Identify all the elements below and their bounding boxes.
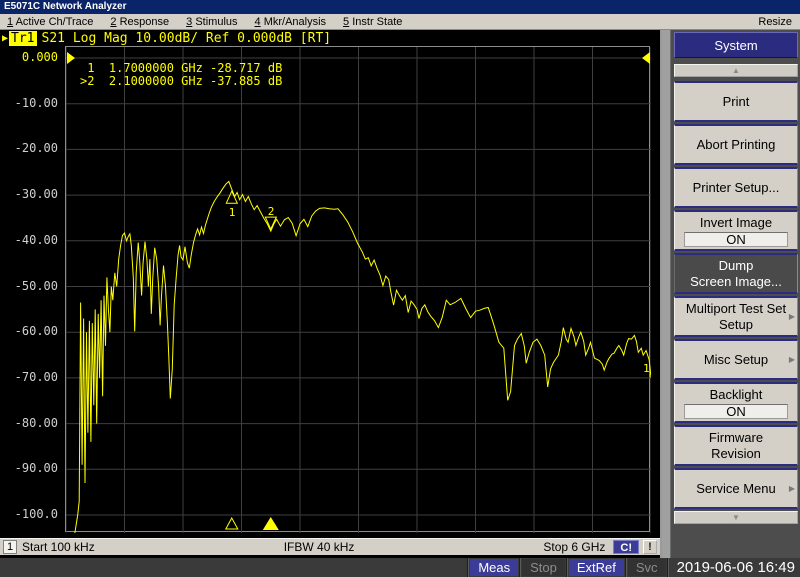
softkey-label: Service Menu (696, 481, 775, 497)
menu-item-mkr-analysis[interactable]: 4 Mkr/Analysis (255, 16, 327, 28)
status-badge-meas: Meas (470, 559, 518, 576)
status-separator (519, 558, 521, 577)
y-axis-tick-label: -80.00 (0, 416, 58, 430)
marker-2-label: 2 (268, 205, 275, 218)
softkey-label: Backlight (710, 387, 763, 403)
submenu-arrow-icon: ▶ (789, 481, 795, 497)
menu-item-stimulus[interactable]: 3 Stimulus (186, 16, 237, 28)
softkey-sidebar: System ▲ Print Abort Printing Printer Setup.… (662, 30, 800, 558)
submenu-arrow-icon: ▶ (789, 352, 795, 368)
menu-item-active-ch-trace[interactable]: 1 Active Ch/Trace (7, 16, 93, 28)
invert-image-toggle-state[interactable]: ON (684, 232, 788, 247)
softkey-printer-setup-button[interactable]: Printer Setup... (674, 167, 798, 208)
y-axis-tick-label: -30.00 (0, 187, 58, 201)
e5071c-screen: E5071C Network Analyzer 1 Active Ch/Trac… (0, 0, 800, 577)
softkey-label: Misc Setup (704, 352, 768, 368)
softkey-scroll-up-button[interactable]: ▲ (674, 64, 798, 77)
softkey-label: Revision (711, 446, 761, 462)
ifbw-label[interactable]: IFBW 40 kHz (284, 540, 355, 554)
status-separator (625, 558, 627, 577)
softkey-multiport-test-set-setup-button[interactable]: Multiport Test SetSetup ▶ (674, 296, 798, 337)
status-bar: MeasStopExtRefSvc2019-06-06 16:49 (0, 558, 800, 577)
softkey-label: Firmware (709, 430, 763, 446)
marker-1-label: 1 (229, 206, 236, 219)
status-separator (467, 558, 469, 577)
y-axis-tick-label: 0.000 (0, 50, 58, 64)
marker-2-axis-triangle-icon (263, 517, 279, 530)
backlight-toggle-state[interactable]: ON (684, 404, 788, 419)
softkey-stack: System ▲ Print Abort Printing Printer Setup.… (674, 32, 798, 528)
softkey-abort-printing-button[interactable]: Abort Printing (674, 124, 798, 165)
menu-bar: 1 Active Ch/Trace 2 Response 3 Stimulus 4 M… (0, 14, 800, 30)
active-trace-arrow-icon: ▶ (2, 33, 8, 44)
menu-items: 1 Active Ch/Trace 2 Response 3 Stimulus 4 M… (0, 16, 402, 28)
y-axis-tick-label: -20.00 (0, 141, 58, 155)
status-datetime: 2019-06-06 16:49 (669, 559, 800, 576)
softkey-scroll-track[interactable] (662, 30, 671, 558)
softkey-label: Print (723, 94, 750, 110)
softkey-misc-setup-button[interactable]: Misc Setup ▶ (674, 339, 798, 380)
start-frequency-label[interactable]: Start 100 kHz (22, 540, 95, 554)
status-separator (566, 558, 568, 577)
softkey-dump-screen-image-button[interactable]: DumpScreen Image... (674, 253, 798, 294)
softkey-backlight-button[interactable]: BacklightON (674, 382, 798, 423)
window-title-bar: E5071C Network Analyzer (0, 0, 800, 14)
softkey-firmware-revision-button[interactable]: FirmwareRevision (674, 425, 798, 466)
y-axis-tick-label: -60.00 (0, 324, 58, 338)
softkey-scroll-down-button[interactable]: ▼ (674, 511, 798, 524)
channel-number-box: 1 (3, 540, 17, 554)
softkey-label: Screen Image... (690, 274, 782, 290)
softkey-label: Invert Image (700, 215, 772, 231)
marker-1-axis-triangle-icon (226, 518, 238, 529)
y-axis-tick-label: -40.00 (0, 233, 58, 247)
y-axis-tick-label: -90.00 (0, 461, 58, 475)
frequency-bar: 1 Start 100 kHz IFBW 40 kHz Stop 6 GHz C… (0, 538, 660, 555)
scroll-down-icon: ▼ (732, 514, 740, 522)
graticule-plot-area[interactable]: 1 2 1 (65, 46, 650, 532)
y-axis-tick-label: -50.00 (0, 279, 58, 293)
softkey-menu-title[interactable]: System (674, 32, 798, 58)
window-title: E5071C Network Analyzer (4, 1, 126, 12)
softkey-label: Printer Setup... (693, 180, 780, 196)
ref-level-right-triangle-icon (642, 52, 650, 64)
trace-name-badge[interactable]: Tr1 (9, 31, 36, 46)
submenu-arrow-icon: ▶ (789, 309, 795, 325)
status-badge-stop: Stop (522, 559, 565, 576)
softkey-label: Dump (719, 258, 754, 274)
y-axis-tick-label: -10.00 (0, 96, 58, 110)
softkey-label: Abort Printing (697, 137, 776, 153)
stop-frequency-label[interactable]: Stop 6 GHz (543, 540, 605, 554)
warning-badge: ! (643, 540, 657, 554)
softkey-print-button[interactable]: Print (674, 81, 798, 122)
y-axis-tick-label: -100.0 (0, 507, 58, 521)
status-badge-svc: Svc (628, 559, 666, 576)
softkey-invert-image-button[interactable]: Invert ImageON (674, 210, 798, 251)
marker-1-triangle-icon (226, 191, 237, 203)
trace-plot-svg: 1 2 1 (66, 47, 651, 533)
marker-readout: 1 1.7000000 GHz -28.717 dB >2 2.1000000 … (80, 62, 282, 88)
ref-level-left-triangle-icon (67, 52, 75, 64)
instrument-display: ▶Tr1 S21 Log Mag 10.00dB/ Ref 0.000dB [RT… (0, 30, 662, 558)
y-axis-tick-label: -70.00 (0, 370, 58, 384)
menu-item-resize[interactable]: Resize (758, 16, 800, 28)
scroll-up-icon: ▲ (732, 67, 740, 75)
status-badge-extref: ExtRef (569, 559, 624, 576)
menu-item-instr-state[interactable]: 5 Instr State (343, 16, 402, 28)
softkey-service-menu-button[interactable]: Service Menu ▶ (674, 468, 798, 509)
softkey-label: Multiport Test Set (686, 301, 786, 317)
softkey-label: Setup (719, 317, 753, 333)
trace-end-number-label: 1 (643, 362, 650, 375)
menu-item-response[interactable]: 2 Response (110, 16, 169, 28)
trace-status-bar: ▶Tr1 S21 Log Mag 10.00dB/ Ref 0.000dB [RT… (2, 31, 331, 46)
trace-parameters: S21 Log Mag 10.00dB/ Ref 0.000dB [RT] (42, 31, 332, 46)
calibration-status-badge: C! (613, 540, 639, 554)
